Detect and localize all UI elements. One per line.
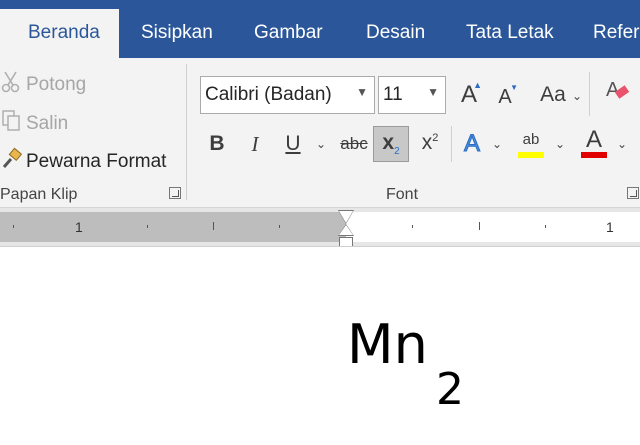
tab-sisipkan[interactable]: Sisipkan bbox=[141, 22, 213, 44]
horizontal-ruler[interactable]: 1 1 bbox=[0, 208, 640, 247]
change-case-icon: Aa bbox=[540, 83, 566, 106]
ruler-number: 1 bbox=[75, 219, 83, 235]
chevron-down-icon[interactable]: ⌄ bbox=[617, 137, 627, 151]
strikethrough-icon: abc bbox=[340, 134, 368, 153]
document-page[interactable]: Mn 2 bbox=[0, 246, 640, 445]
underline-icon: U bbox=[285, 132, 301, 155]
subscript-button[interactable]: x2 bbox=[373, 126, 409, 162]
bold-button[interactable]: B bbox=[203, 128, 231, 160]
tab-desain[interactable]: Desain bbox=[366, 22, 425, 44]
superscript-icon: x2 bbox=[421, 131, 439, 154]
ruler-tick bbox=[147, 225, 148, 228]
group-separator bbox=[186, 64, 187, 200]
first-line-indent-fill bbox=[339, 211, 353, 223]
up-arrow-icon: ▲ bbox=[473, 80, 482, 90]
highlight-color-bar bbox=[518, 152, 544, 158]
text-effects-button[interactable]: A bbox=[458, 128, 486, 160]
shrink-font-button[interactable]: A ▼ bbox=[491, 83, 519, 111]
font-dialog-launcher[interactable] bbox=[627, 187, 639, 199]
ruler-tick bbox=[13, 225, 14, 228]
font-color-button[interactable]: A bbox=[578, 126, 610, 160]
font-color-bar bbox=[581, 152, 607, 158]
ribbon-home: Potong Salin Pewarna Format Papan Klip C… bbox=[0, 58, 640, 208]
text-effects-icon: A bbox=[463, 130, 480, 158]
italic-icon: I bbox=[251, 131, 259, 156]
ruler-tick bbox=[279, 225, 280, 228]
font-color-icon: A bbox=[585, 126, 602, 153]
font-name-value: Calibri (Badan) bbox=[205, 84, 332, 105]
cut-label: Potong bbox=[26, 74, 87, 95]
highlighter-icon: ab bbox=[522, 130, 540, 148]
hanging-indent-fill bbox=[339, 225, 353, 235]
copy-icon bbox=[0, 109, 24, 139]
format-painter-button[interactable]: Pewarna Format bbox=[0, 147, 166, 177]
chevron-down-icon[interactable]: ▼ bbox=[427, 85, 439, 99]
ribbon-tab-bar: Beranda Sisipkan Gambar Desain Tata Leta… bbox=[0, 0, 640, 58]
scissors-icon bbox=[0, 70, 24, 100]
subscript-icon: x2 bbox=[382, 130, 400, 158]
ruler-tick bbox=[479, 222, 480, 230]
tab-referensi[interactable]: Refere bbox=[593, 22, 640, 44]
ruler-tick bbox=[412, 225, 413, 228]
ruler-tick bbox=[545, 225, 546, 228]
chevron-down-icon[interactable]: ⌄ bbox=[492, 137, 502, 151]
copy-button[interactable]: Salin bbox=[0, 109, 68, 139]
chevron-down-icon[interactable]: ⌄ bbox=[316, 137, 326, 151]
font-size-value: 11 bbox=[383, 84, 403, 105]
separator bbox=[589, 72, 590, 116]
down-arrow-icon: ▼ bbox=[510, 83, 518, 92]
ruler-margin-area bbox=[0, 212, 346, 242]
italic-button[interactable]: I bbox=[241, 128, 269, 160]
cut-button[interactable]: Potong bbox=[0, 70, 86, 100]
text-highlight-button[interactable]: ab bbox=[515, 126, 547, 160]
font-size-combo[interactable]: 11 ▼ bbox=[378, 76, 446, 114]
format-painter-label: Pewarna Format bbox=[26, 151, 167, 172]
underline-button[interactable]: U bbox=[279, 128, 307, 160]
superscript-button[interactable]: x2 bbox=[414, 126, 446, 160]
document-subscript-text: 2 bbox=[436, 364, 464, 415]
chevron-down-icon[interactable]: ▼ bbox=[356, 85, 368, 99]
font-name-combo[interactable]: Calibri (Badan) ▼ bbox=[200, 76, 375, 114]
copy-label: Salin bbox=[26, 113, 69, 134]
grow-font-button[interactable]: A ▲ bbox=[455, 80, 483, 110]
strikethrough-button[interactable]: abc bbox=[337, 128, 371, 160]
change-case-button[interactable]: Aa bbox=[535, 80, 571, 110]
separator bbox=[451, 126, 452, 162]
ruler-number: 1 bbox=[606, 219, 614, 235]
document-text: Mn bbox=[347, 313, 428, 376]
tab-beranda[interactable]: Beranda bbox=[0, 9, 119, 58]
font-group-label: Font bbox=[386, 186, 419, 203]
tab-gambar[interactable]: Gambar bbox=[254, 22, 323, 44]
tab-tata-letak[interactable]: Tata Letak bbox=[466, 22, 554, 44]
ruler-tick bbox=[213, 222, 214, 230]
clipboard-group-label: Papan Klip bbox=[0, 186, 78, 203]
eraser-icon: A bbox=[604, 77, 632, 111]
chevron-down-icon[interactable]: ⌄ bbox=[572, 89, 582, 103]
clipboard-dialog-launcher[interactable] bbox=[169, 187, 181, 199]
paintbrush-icon bbox=[0, 147, 24, 177]
clear-formatting-button[interactable]: A bbox=[603, 78, 633, 110]
chevron-down-icon[interactable]: ⌄ bbox=[555, 137, 565, 151]
bold-icon: B bbox=[209, 132, 225, 155]
